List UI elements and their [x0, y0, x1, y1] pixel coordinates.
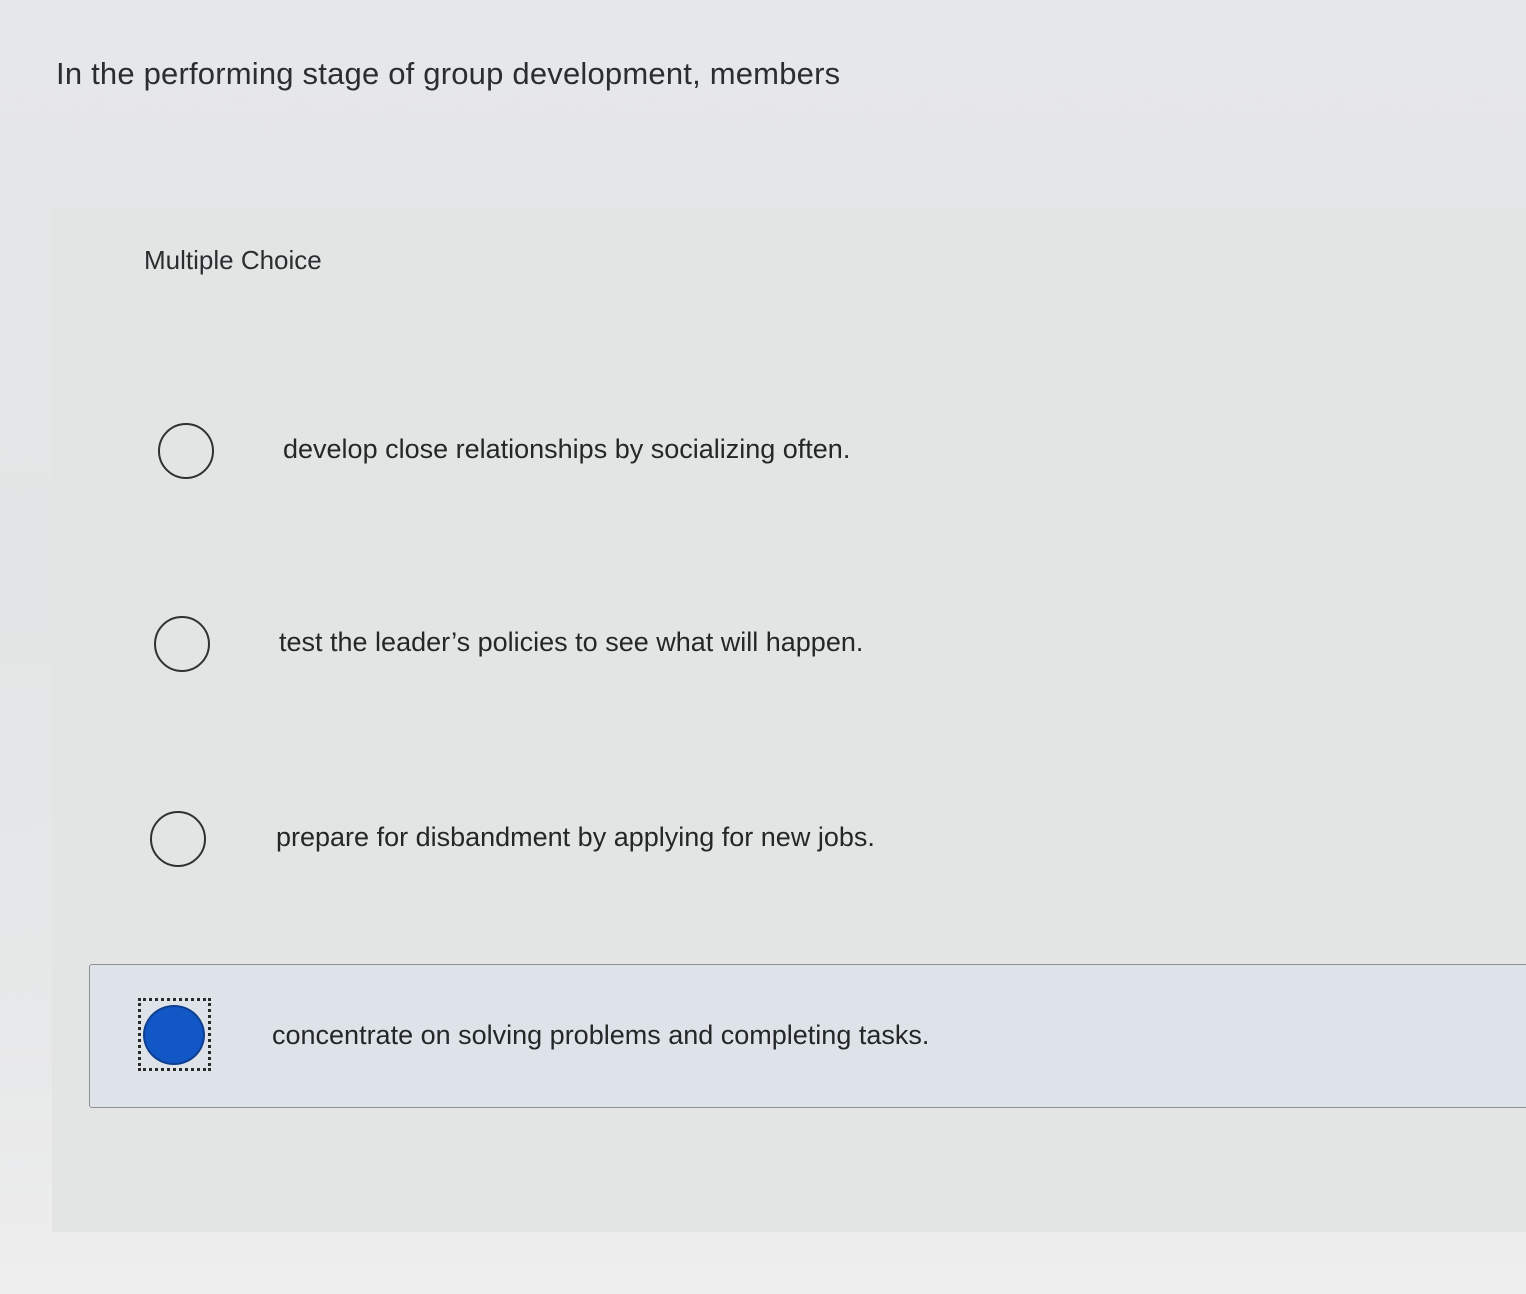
- answer-option-label: test the leader’s policies to see what w…: [279, 627, 864, 657]
- radio-button-empty-icon[interactable]: [154, 616, 210, 672]
- radio-button-empty-icon[interactable]: [158, 423, 214, 479]
- answer-option-1[interactable]: develop close relationships by socializi…: [158, 421, 918, 481]
- answer-option-3[interactable]: prepare for disbandment by applying for …: [150, 809, 950, 869]
- answer-option-label: prepare for disbandment by applying for …: [276, 822, 875, 852]
- radio-button-selected-icon[interactable]: [143, 1005, 205, 1065]
- answer-option-label: concentrate on solving problems and comp…: [272, 1020, 930, 1050]
- answer-option-label: develop close relationships by socializi…: [283, 434, 851, 464]
- answer-option-2[interactable]: test the leader’s policies to see what w…: [154, 614, 934, 674]
- question-text: In the performing stage of group develop…: [56, 56, 841, 91]
- question-type-label: Multiple Choice: [144, 245, 322, 275]
- radio-button-empty-icon[interactable]: [150, 811, 206, 867]
